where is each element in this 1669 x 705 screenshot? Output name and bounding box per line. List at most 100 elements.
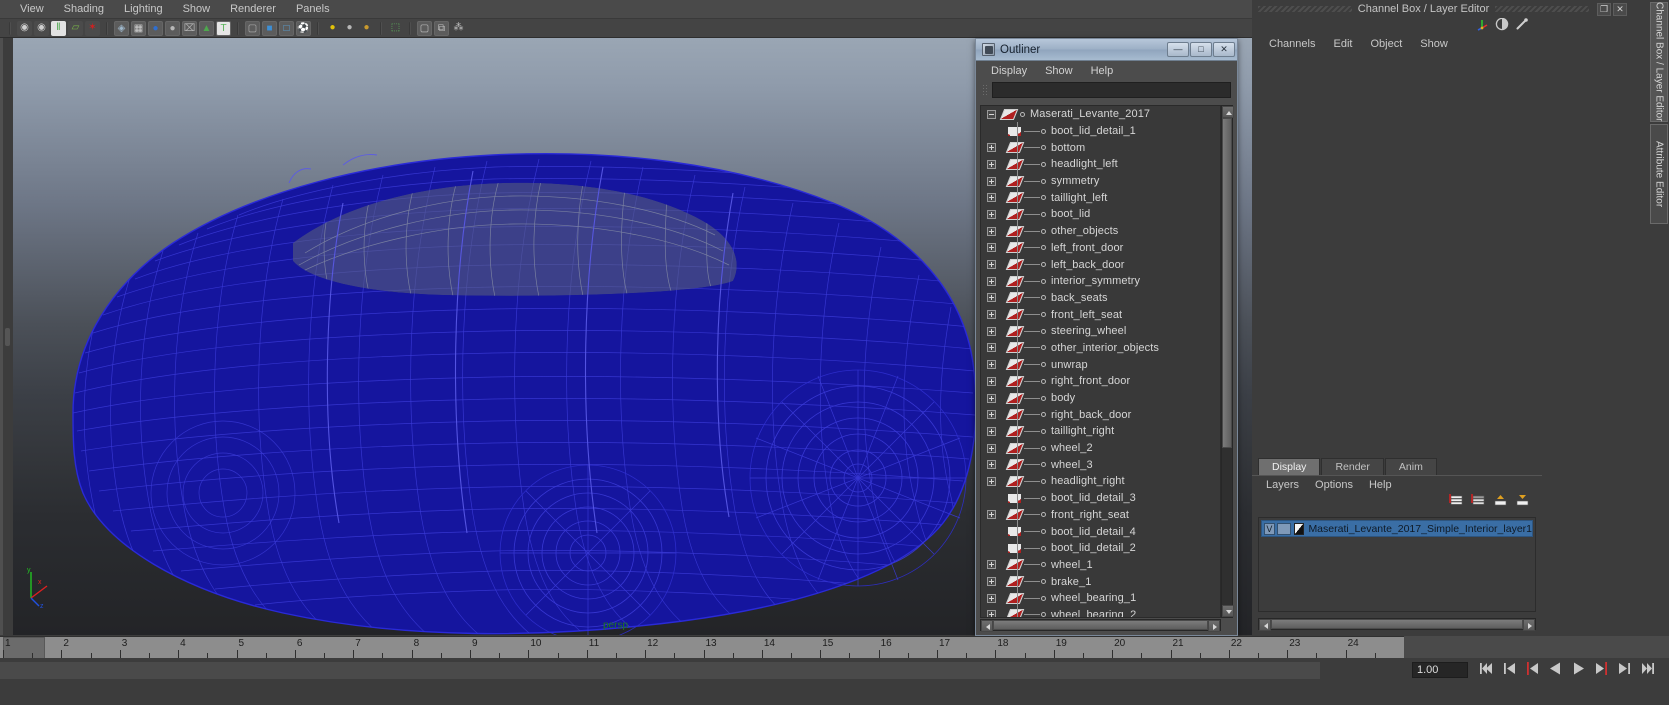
- horizontal-scroll-thumb[interactable]: [1271, 619, 1523, 629]
- lighting-none-icon[interactable]: ▢: [245, 20, 260, 36]
- maximize-button[interactable]: □: [1190, 42, 1212, 57]
- playback-speed-field[interactable]: 1.00: [1412, 662, 1468, 678]
- expand-plus-icon[interactable]: [987, 593, 996, 603]
- play-forwards-button[interactable]: [1570, 660, 1587, 677]
- node-handle-dot-icon[interactable]: [1041, 579, 1046, 585]
- node-handle-dot-icon[interactable]: [1041, 378, 1046, 384]
- viewport-resize-handle[interactable]: [5, 328, 10, 346]
- light-yellow-icon[interactable]: ●: [325, 21, 340, 36]
- node-handle-dot-icon[interactable]: [1041, 545, 1046, 551]
- expand-plus-icon[interactable]: [987, 276, 996, 286]
- menu-show[interactable]: Show: [173, 1, 221, 17]
- layer-shading-swatch-icon[interactable]: [1293, 522, 1305, 535]
- step-forward-frame-button[interactable]: [1593, 660, 1610, 677]
- layer-list-item[interactable]: V Maserati_Levante_2017_Simple_Interior_…: [1261, 520, 1533, 537]
- node-handle-dot-icon[interactable]: [1041, 428, 1046, 434]
- close-button[interactable]: ✕: [1213, 42, 1235, 57]
- node-handle-dot-icon[interactable]: [1041, 178, 1046, 184]
- panel-drag-hatch-right[interactable]: [1495, 6, 1589, 12]
- eyedropper-icon[interactable]: [1515, 17, 1529, 36]
- move-layer-down-icon[interactable]: [1515, 494, 1530, 513]
- camera-attributes-icon[interactable]: ◉: [34, 20, 49, 36]
- channelbox-menu-edit[interactable]: Edit: [1324, 37, 1361, 51]
- expand-plus-icon[interactable]: [987, 393, 996, 403]
- layer-list-horizontal-scrollbar[interactable]: [1258, 618, 1536, 631]
- outliner-window[interactable]: Outliner — □ ✕ Display Show Help Maserat…: [975, 38, 1238, 636]
- play-backwards-button[interactable]: [1547, 660, 1564, 677]
- channelbox-menu-object[interactable]: Object: [1361, 37, 1411, 51]
- expand-plus-icon[interactable]: [987, 209, 996, 219]
- expand-plus-icon[interactable]: [987, 159, 996, 169]
- node-handle-dot-icon[interactable]: [1041, 145, 1046, 151]
- menu-renderer[interactable]: Renderer: [220, 1, 286, 17]
- node-handle-dot-icon[interactable]: [1041, 161, 1046, 167]
- expand-plus-icon[interactable]: [987, 176, 996, 186]
- expand-plus-icon[interactable]: [987, 376, 996, 386]
- expand-plus-icon[interactable]: [987, 560, 996, 570]
- expand-plus-icon[interactable]: [987, 226, 996, 236]
- outliner-menu-help[interactable]: Help: [1082, 64, 1123, 78]
- use-all-lights-icon[interactable]: ■: [262, 20, 277, 36]
- grid-toggle-icon[interactable]: ‖: [51, 20, 66, 36]
- shade-textured-icon[interactable]: ●: [148, 20, 163, 36]
- expand-plus-icon[interactable]: [987, 326, 996, 336]
- drag-grip-icon[interactable]: [980, 82, 989, 97]
- node-handle-dot-icon[interactable]: [1041, 312, 1046, 318]
- expand-plus-icon[interactable]: [987, 293, 996, 303]
- share-icon[interactable]: ⁂: [451, 21, 466, 36]
- scroll-up-arrow-icon[interactable]: [1222, 106, 1234, 118]
- move-layer-up-icon[interactable]: [1493, 494, 1508, 513]
- new-layer-icon[interactable]: [1449, 493, 1464, 513]
- node-handle-dot-icon[interactable]: [1041, 478, 1046, 484]
- step-forward-key-button[interactable]: [1616, 660, 1633, 677]
- expand-plus-icon[interactable]: [987, 143, 996, 153]
- node-handle-dot-icon[interactable]: [1041, 278, 1046, 284]
- node-handle-dot-icon[interactable]: [1041, 245, 1046, 251]
- outliner-horizontal-scrollbar[interactable]: [980, 619, 1221, 632]
- go-to-end-button[interactable]: [1639, 660, 1656, 677]
- vtab-channel-box[interactable]: Channel Box / Layer Editor: [1650, 2, 1668, 122]
- half-circle-icon[interactable]: [1495, 17, 1509, 36]
- select-camera-icon[interactable]: ◉: [17, 20, 32, 36]
- expand-plus-icon[interactable]: [987, 476, 996, 486]
- node-handle-dot-icon[interactable]: [1041, 295, 1046, 301]
- menu-panels[interactable]: Panels: [286, 1, 340, 17]
- step-back-frame-button[interactable]: [1524, 660, 1541, 677]
- collapse-minus-icon[interactable]: [987, 109, 996, 119]
- expand-plus-icon[interactable]: [987, 460, 996, 470]
- node-handle-dot-icon[interactable]: [1041, 562, 1046, 568]
- axis-gizmo-icon[interactable]: [1475, 17, 1489, 36]
- node-handle-dot-icon[interactable]: [1041, 228, 1046, 234]
- node-handle-dot-icon[interactable]: [1041, 195, 1046, 201]
- expand-plus-icon[interactable]: [987, 426, 996, 436]
- layer-tab-display[interactable]: Display: [1258, 458, 1321, 475]
- vtab-attribute-editor[interactable]: Attribute Editor: [1650, 124, 1668, 224]
- display-cube-icon[interactable]: ▢: [417, 20, 432, 36]
- layer-playback-toggle[interactable]: [1276, 522, 1291, 535]
- smooth-shade-all-icon[interactable]: ▦: [131, 20, 146, 36]
- texture-border-icon[interactable]: T: [216, 20, 231, 36]
- panel-drag-hatch-left[interactable]: [1258, 6, 1352, 12]
- scroll-down-arrow-icon[interactable]: [1222, 605, 1234, 617]
- scroll-right-arrow-icon[interactable]: [1523, 619, 1535, 631]
- menu-shading[interactable]: Shading: [54, 1, 114, 17]
- use-default-material-icon[interactable]: ●: [165, 20, 180, 36]
- node-handle-dot-icon[interactable]: [1041, 328, 1046, 334]
- expand-plus-icon[interactable]: [987, 510, 996, 520]
- outliner-title-bar[interactable]: Outliner — □ ✕: [976, 39, 1237, 61]
- node-handle-dot-icon[interactable]: [1041, 128, 1046, 134]
- node-handle-dot-icon[interactable]: [1041, 412, 1046, 418]
- film-gate-icon[interactable]: ▱: [68, 20, 83, 36]
- outliner-menu-show[interactable]: Show: [1036, 64, 1082, 78]
- node-handle-dot-icon[interactable]: [1041, 211, 1046, 217]
- node-handle-dot-icon[interactable]: [1041, 262, 1046, 268]
- node-handle-dot-icon[interactable]: [1041, 512, 1046, 518]
- expand-plus-icon[interactable]: [987, 260, 996, 270]
- layer-menu-options[interactable]: Options: [1307, 478, 1361, 492]
- expand-plus-icon[interactable]: [987, 410, 996, 420]
- expand-plus-icon[interactable]: [987, 577, 996, 587]
- node-handle-dot-icon[interactable]: [1041, 595, 1046, 601]
- node-handle-dot-icon[interactable]: [1041, 362, 1046, 368]
- go-to-start-button[interactable]: [1478, 660, 1495, 677]
- expand-plus-icon[interactable]: [987, 343, 996, 353]
